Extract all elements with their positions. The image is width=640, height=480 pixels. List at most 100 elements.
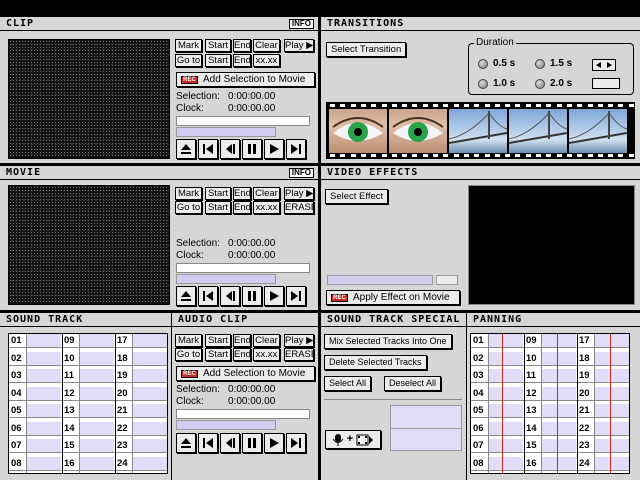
select-transition-button[interactable]: Select Transition	[326, 42, 407, 57]
track-number[interactable]: 02	[471, 352, 484, 366]
duration-option-10[interactable]: 1.0 s	[493, 78, 515, 89]
track-level[interactable]	[594, 421, 629, 435]
track-number[interactable]: 18	[577, 352, 590, 366]
track-number[interactable]: 05	[9, 404, 22, 418]
skip-back-button[interactable]	[198, 286, 218, 306]
arrow-right-icon[interactable]	[604, 60, 615, 70]
duration-option-15[interactable]: 1.5 s	[550, 58, 572, 69]
track-number[interactable]: 18	[115, 352, 128, 366]
duration-option-05[interactable]: 0.5 s	[493, 58, 515, 69]
track-number[interactable]: 04	[9, 387, 22, 401]
movie-goto-time-field[interactable]: xx.xx	[253, 201, 280, 214]
track-number[interactable]: 08	[471, 457, 484, 471]
movie-goto-start-button[interactable]: Start	[205, 201, 231, 214]
track-number[interactable]: 16	[524, 457, 537, 471]
audio-goto-start-button[interactable]: Start	[205, 348, 231, 361]
track-number[interactable]: 14	[62, 422, 75, 436]
clip-play-button[interactable]: Play ▶	[284, 39, 314, 52]
duration-radio-15[interactable]	[535, 59, 545, 69]
duration-radio-20[interactable]	[535, 79, 545, 89]
eject-button[interactable]	[176, 286, 196, 306]
delete-tracks-button[interactable]: Delete Selected Tracks	[324, 355, 427, 370]
track-level[interactable]	[26, 386, 61, 400]
pause-button[interactable]	[242, 139, 262, 159]
track-number[interactable]: 15	[524, 439, 537, 453]
track-number[interactable]: 16	[62, 457, 75, 471]
select-effect-button[interactable]: Select Effect	[325, 189, 389, 204]
track-level[interactable]	[541, 351, 576, 365]
track-level[interactable]	[132, 439, 167, 452]
track-level[interactable]	[488, 386, 523, 400]
track-level[interactable]	[132, 369, 167, 382]
clip-goto-end-button[interactable]: End	[233, 54, 251, 67]
eject-button[interactable]	[176, 433, 196, 453]
clip-add-selection-button[interactable]: REC Add Selection to Movie	[176, 72, 315, 87]
track-number[interactable]: 12	[524, 387, 537, 401]
track-number[interactable]: 21	[577, 404, 590, 418]
track-level[interactable]	[79, 456, 114, 470]
track-number[interactable]: 21	[115, 404, 128, 418]
pause-button[interactable]	[242, 286, 262, 306]
movie-goto-end-button[interactable]: End	[233, 201, 251, 214]
track-level[interactable]	[26, 404, 61, 417]
track-number[interactable]: 06	[9, 422, 22, 436]
track-level[interactable]	[79, 351, 114, 365]
track-level[interactable]	[132, 421, 167, 435]
track-level[interactable]	[488, 404, 523, 417]
movie-play-button[interactable]: Play ▶	[284, 187, 314, 200]
play-button[interactable]	[264, 286, 284, 306]
audio-clear-button[interactable]: Clear	[253, 334, 280, 347]
track-level[interactable]	[132, 334, 167, 347]
track-number[interactable]: 23	[577, 439, 590, 453]
thumbnail-bridge-3[interactable]	[569, 109, 627, 153]
movie-monitor[interactable]	[8, 185, 170, 305]
apply-effect-button[interactable]: REC Apply Effect on Movie	[326, 290, 460, 305]
clip-info-button[interactable]: INFO	[288, 19, 314, 29]
clip-monitor[interactable]	[8, 39, 170, 159]
audio-goto-button[interactable]: Go to	[175, 348, 202, 361]
track-level[interactable]	[594, 351, 629, 365]
track-number[interactable]: 11	[524, 369, 536, 383]
track-number[interactable]: 24	[577, 457, 590, 471]
eject-button[interactable]	[176, 139, 196, 159]
play-button[interactable]	[264, 139, 284, 159]
duration-option-20[interactable]: 2.0 s	[550, 78, 572, 89]
thumbnail-bridge-1[interactable]	[449, 109, 507, 153]
pause-button[interactable]	[242, 433, 262, 453]
movie-clear-button[interactable]: Clear	[253, 187, 280, 200]
track-level[interactable]	[488, 456, 523, 470]
deselect-all-button[interactable]: Deselect All	[384, 376, 442, 391]
clip-position-slider[interactable]	[176, 116, 310, 126]
track-level[interactable]	[79, 439, 114, 452]
thumbnail-bridge-2[interactable]	[509, 109, 567, 153]
track-level[interactable]	[594, 439, 629, 452]
skip-back-button[interactable]	[198, 433, 218, 453]
track-level[interactable]	[79, 386, 114, 400]
track-number[interactable]: 17	[115, 334, 128, 348]
audio-end-button[interactable]: End	[233, 334, 251, 347]
track-number[interactable]: 05	[471, 404, 484, 418]
audio-start-button[interactable]: Start	[205, 334, 231, 347]
track-level[interactable]	[132, 404, 167, 417]
track-number[interactable]: 07	[471, 439, 484, 453]
track-number[interactable]: 13	[524, 404, 537, 418]
track-number[interactable]: 03	[471, 369, 484, 383]
track-number[interactable]: 08	[9, 457, 22, 471]
movie-goto-button[interactable]: Go to	[175, 201, 202, 214]
movie-info-button[interactable]: INFO	[288, 168, 314, 178]
duration-custom-field[interactable]	[592, 78, 620, 89]
track-level[interactable]	[79, 404, 114, 417]
track-level[interactable]	[488, 421, 523, 435]
thumbnail-eye-1[interactable]	[329, 109, 387, 153]
clip-start-button[interactable]: Start	[205, 39, 231, 52]
track-level[interactable]	[79, 369, 114, 382]
track-level[interactable]	[541, 421, 576, 435]
track-level[interactable]	[26, 421, 61, 435]
duration-radio-05[interactable]	[478, 59, 488, 69]
track-level[interactable]	[488, 439, 523, 452]
track-number[interactable]: 10	[62, 352, 75, 366]
play-button[interactable]	[264, 433, 284, 453]
track-level[interactable]	[26, 439, 61, 452]
track-number[interactable]: 15	[62, 439, 75, 453]
duration-stepper[interactable]	[592, 59, 616, 71]
